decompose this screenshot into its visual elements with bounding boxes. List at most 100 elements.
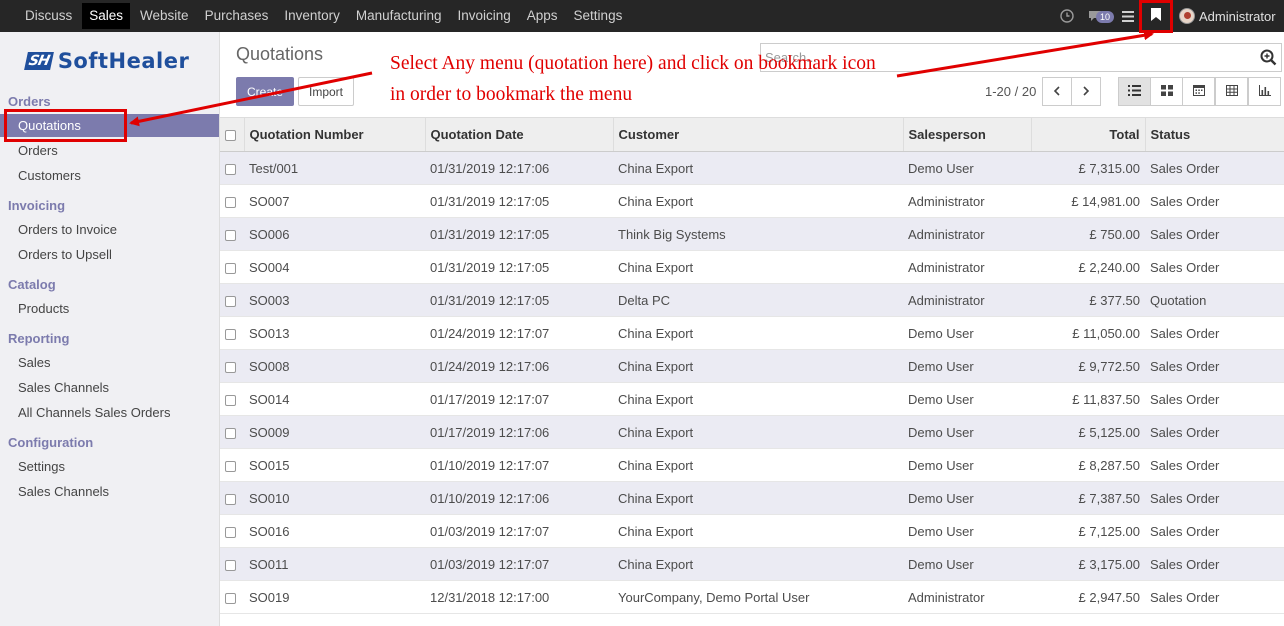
create-button[interactable]: Create: [236, 77, 294, 106]
row-checkbox-cell[interactable]: [220, 415, 244, 449]
pager-value[interactable]: 1-20 / 20: [985, 84, 1036, 99]
table-row[interactable]: SO010 01/10/2019 12:17:06 China Export Demo…: [220, 481, 1284, 515]
sidebar-item-customers[interactable]: Customers: [18, 168, 81, 183]
cell-quotation-date: 01/31/2019 12:17:05: [425, 217, 613, 251]
hamburger-menu-icon[interactable]: [1122, 10, 1134, 22]
app-menu-sales[interactable]: Sales: [82, 3, 131, 29]
table-row[interactable]: SO011 01/03/2019 12:17:07 China Export Demo…: [220, 547, 1284, 581]
app-menu-apps[interactable]: Apps: [519, 0, 566, 32]
app-menu-inventory[interactable]: Inventory: [276, 0, 348, 32]
row-checkbox[interactable]: [225, 592, 236, 604]
graph-view-button[interactable]: [1248, 77, 1281, 106]
sidebar-item-config-sales-channels[interactable]: Sales Channels: [18, 484, 109, 499]
cell-salesperson: Administrator: [903, 580, 1031, 614]
row-checkbox[interactable]: [225, 295, 236, 307]
row-checkbox-cell[interactable]: [220, 547, 244, 581]
column-header-salesperson[interactable]: Salesperson: [902, 117, 1031, 152]
import-button[interactable]: Import: [298, 77, 354, 106]
row-checkbox-cell[interactable]: [220, 151, 244, 185]
column-header-quotation-date[interactable]: Quotation Date: [424, 117, 613, 152]
user-menu[interactable]: Administrator: [1179, 8, 1284, 24]
row-checkbox-cell[interactable]: [220, 250, 244, 284]
row-checkbox-cell[interactable]: [220, 382, 244, 416]
column-header-quotation-number[interactable]: Quotation Number: [243, 117, 425, 152]
cell-quotation-number: Test/001: [244, 151, 425, 185]
app-menu-discuss[interactable]: Discuss: [17, 0, 80, 32]
row-checkbox[interactable]: [225, 394, 236, 406]
table-row[interactable]: SO016 01/03/2019 12:17:07 China Export Demo…: [220, 514, 1284, 548]
row-checkbox[interactable]: [225, 361, 236, 373]
row-checkbox[interactable]: [225, 559, 236, 571]
kanban-view-button[interactable]: [1150, 77, 1183, 106]
sidebar-item-sales-channels[interactable]: Sales Channels: [18, 380, 109, 395]
table-row[interactable]: SO004 01/31/2019 12:17:05 China Export Admi…: [220, 250, 1284, 284]
bookmark-button[interactable]: [1139, 0, 1173, 33]
row-checkbox-cell[interactable]: [220, 481, 244, 515]
app-menu-settings[interactable]: Settings: [566, 0, 631, 32]
table-row[interactable]: SO015 01/10/2019 12:17:07 China Export Demo…: [220, 448, 1284, 482]
column-header-status[interactable]: Status: [1144, 117, 1284, 152]
column-header-total[interactable]: Total: [1030, 117, 1145, 152]
cell-quotation-date: 01/17/2019 12:17:07: [425, 382, 613, 416]
cell-customer: China Export: [613, 250, 903, 284]
table-row[interactable]: Test/001 01/31/2019 12:17:06 China Export D…: [220, 151, 1284, 185]
cell-customer: China Export: [613, 184, 903, 218]
select-all-checkbox-cell[interactable]: [220, 117, 244, 152]
row-checkbox-cell[interactable]: [220, 217, 244, 251]
list-view-button[interactable]: [1118, 77, 1151, 106]
row-checkbox[interactable]: [225, 328, 236, 340]
row-checkbox[interactable]: [225, 262, 236, 274]
cell-total: £ 11,050.00: [1031, 316, 1145, 350]
table-row[interactable]: SO019 12/31/2018 12:17:00 YourCompany, Dem…: [220, 580, 1284, 614]
table-header-row: Quotation Number Quotation Date Customer…: [220, 117, 1284, 152]
column-header-customer[interactable]: Customer: [612, 117, 903, 152]
table-row[interactable]: SO006 01/31/2019 12:17:05 Think Big System…: [220, 217, 1284, 251]
sidebar-item-settings[interactable]: Settings: [18, 459, 65, 474]
cell-customer: China Export: [613, 382, 903, 416]
sidebar-item-orders-to-upsell[interactable]: Orders to Upsell: [18, 247, 112, 262]
pivot-view-button[interactable]: [1215, 77, 1248, 106]
row-checkbox[interactable]: [225, 493, 236, 505]
row-checkbox[interactable]: [225, 196, 236, 208]
sidebar-item-sales[interactable]: Sales: [18, 355, 51, 370]
cell-quotation-date: 01/24/2019 12:17:07: [425, 316, 613, 350]
sidebar-item-products[interactable]: Products: [18, 301, 69, 316]
row-checkbox[interactable]: [225, 460, 236, 472]
table-row[interactable]: SO003 01/31/2019 12:17:05 Delta PC Administ…: [220, 283, 1284, 317]
row-checkbox-cell[interactable]: [220, 283, 244, 317]
row-checkbox-cell[interactable]: [220, 448, 244, 482]
select-all-checkbox[interactable]: [225, 130, 236, 142]
chat-icon[interactable]: 10: [1088, 9, 1114, 23]
pager-next-button[interactable]: [1071, 77, 1101, 106]
table-row[interactable]: SO008 01/24/2019 12:17:06 China Export Demo…: [220, 349, 1284, 383]
app-menu-website[interactable]: Website: [132, 0, 197, 32]
app-menu-invoicing[interactable]: Invoicing: [449, 0, 518, 32]
pager-previous-button[interactable]: [1042, 77, 1072, 106]
table-row[interactable]: SO013 01/24/2019 12:17:07 China Export Demo…: [220, 316, 1284, 350]
row-checkbox-cell[interactable]: [220, 349, 244, 383]
table-row[interactable]: SO007 01/31/2019 12:17:05 China Export Admi…: [220, 184, 1284, 218]
row-checkbox-cell[interactable]: [220, 514, 244, 548]
cell-total: £ 7,125.00: [1031, 514, 1145, 548]
row-checkbox-cell[interactable]: [220, 580, 244, 614]
app-menu-manufacturing[interactable]: Manufacturing: [348, 0, 450, 32]
cell-quotation-date: 01/10/2019 12:17:07: [425, 448, 613, 482]
search-icon[interactable]: [1260, 49, 1277, 69]
row-checkbox[interactable]: [225, 427, 236, 439]
logo-mark: SH: [24, 52, 54, 70]
sidebar-item-orders-to-invoice[interactable]: Orders to Invoice: [18, 222, 117, 237]
calendar-view-button[interactable]: [1182, 77, 1215, 106]
table-row[interactable]: SO009 01/17/2019 12:17:06 China Export Demo…: [220, 415, 1284, 449]
sidebar-item-all-channels-sales-orders[interactable]: All Channels Sales Orders: [18, 405, 170, 420]
sidebar-item-orders[interactable]: Orders: [18, 143, 58, 158]
cell-status: Sales Order: [1145, 514, 1284, 548]
app-menu-purchases[interactable]: Purchases: [197, 0, 277, 32]
row-checkbox-cell[interactable]: [220, 316, 244, 350]
activity-clock-icon[interactable]: [1060, 9, 1074, 23]
table-row[interactable]: SO014 01/17/2019 12:17:07 China Export Demo…: [220, 382, 1284, 416]
chevron-left-icon: [1053, 84, 1061, 99]
row-checkbox[interactable]: [225, 229, 236, 241]
row-checkbox[interactable]: [225, 163, 236, 175]
row-checkbox[interactable]: [225, 526, 236, 538]
row-checkbox-cell[interactable]: [220, 184, 244, 218]
